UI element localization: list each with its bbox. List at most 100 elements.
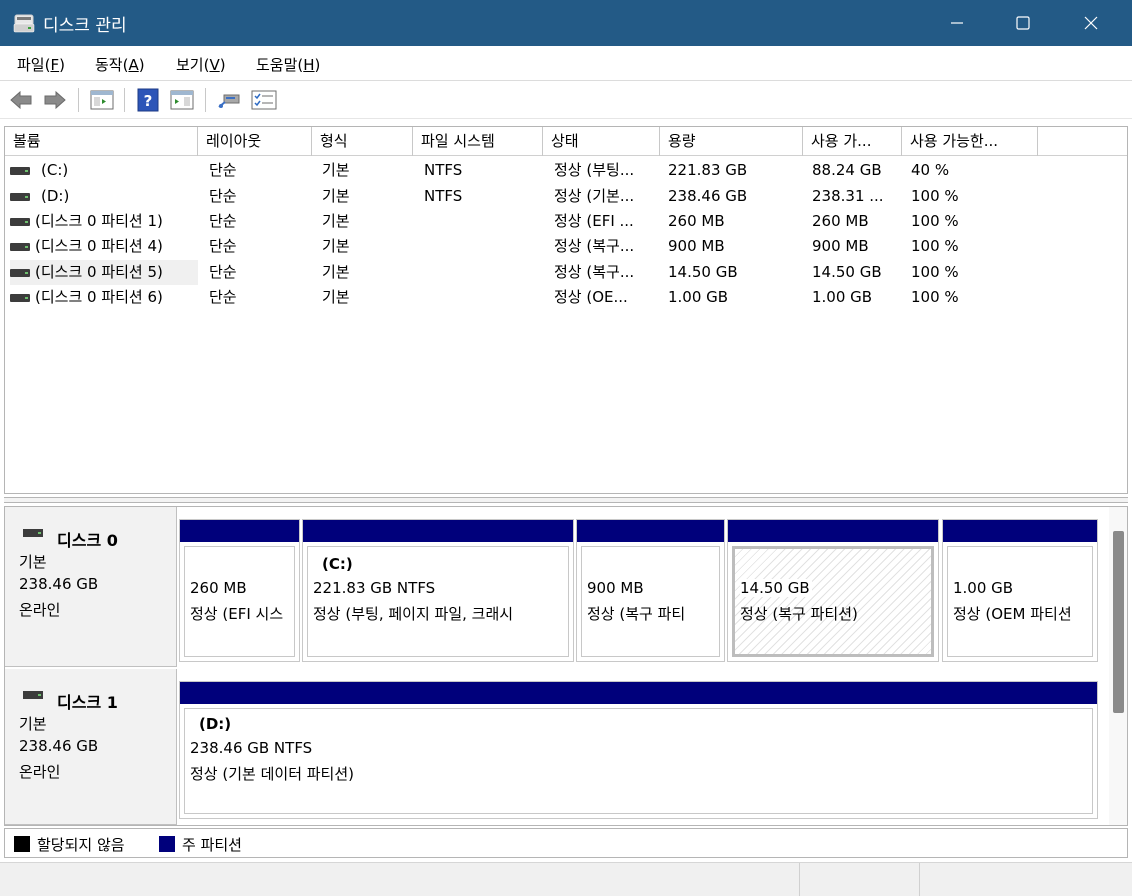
menu-file-suffix: ) — [59, 56, 65, 74]
disk-name: 디스크 0 — [57, 531, 118, 550]
status-bar-pane — [919, 863, 1132, 896]
disk-0-label[interactable]: 디스크 0 기본 238.46 GB 온라인 — [5, 507, 177, 667]
partition-block-d[interactable]: (D:) 238.46 GB NTFS 정상 (기본 데이터 파티션) — [179, 681, 1098, 819]
vertical-scrollbar[interactable] — [1109, 507, 1127, 825]
menu-action-accesskey: A — [128, 56, 139, 74]
column-header-volume[interactable]: 볼륨 — [5, 127, 198, 156]
connect-button[interactable] — [216, 87, 242, 113]
close-button[interactable] — [1058, 0, 1124, 46]
maximize-icon — [1016, 16, 1030, 30]
table-row[interactable]: (디스크 0 파티션 1) 단순 기본 정상 (EFI ... 260 MB 2… — [5, 209, 1127, 234]
disk-size: 238.46 GB — [19, 737, 99, 755]
pane-splitter[interactable] — [4, 497, 1128, 503]
volume-icon — [10, 268, 30, 277]
column-header-file-system[interactable]: 파일 시스템 — [413, 127, 543, 156]
properties-checklist-icon — [251, 90, 277, 110]
partition-block-selected[interactable]: 14.50 GB 정상 (복구 파티션) — [727, 519, 939, 662]
maximize-button[interactable] — [990, 0, 1056, 46]
help-button[interactable]: ? — [135, 87, 161, 113]
partition-label: (C:) — [322, 555, 353, 573]
status-cell: 정상 (OE... — [554, 288, 628, 306]
menu-file-accesskey: F — [50, 56, 60, 74]
percent-free-cell: 40 % — [911, 161, 950, 179]
partition-body: (D:) 238.46 GB NTFS 정상 (기본 데이터 파티션) — [184, 708, 1093, 814]
file-system-cell — [424, 285, 539, 310]
table-row[interactable]: (D:) 단순 기본 NTFS 정상 (기본... 238.46 GB 238.… — [5, 184, 1127, 209]
window-title: 디스크 관리 — [43, 16, 127, 36]
table-row[interactable]: (C:) 단순 기본 NTFS 정상 (부팅... 221.83 GB 88.2… — [5, 158, 1127, 183]
status-bar-pane — [799, 863, 919, 896]
menu-view[interactable]: 보기(V) — [176, 54, 226, 75]
capacity-cell: 238.46 GB — [668, 187, 748, 205]
status-cell: 정상 (복구... — [554, 237, 635, 255]
free-space-cell: 88.24 GB — [812, 161, 882, 179]
column-header-percent-free[interactable]: 사용 가능한... — [902, 127, 1038, 156]
action-pane-button[interactable] — [169, 87, 195, 113]
percent-free-cell: 100 % — [911, 237, 959, 255]
disk-icon — [23, 529, 43, 537]
partition-size: 900 MB — [587, 579, 644, 597]
primary-partition-swatch — [159, 836, 175, 852]
volume-name-cell: (디스크 0 파티션 5) — [10, 260, 198, 285]
menu-file[interactable]: 파일(F) — [17, 54, 65, 75]
partition-block-c[interactable]: (C:) 221.83 GB NTFS 정상 (부팅, 페이지 파일, 크래시 — [302, 519, 574, 662]
forward-button[interactable] — [42, 87, 68, 113]
partition-block[interactable]: 260 MB 정상 (EFI 시스 — [179, 519, 300, 662]
partition-body: 900 MB 정상 (복구 파티 — [581, 546, 720, 657]
column-header-type[interactable]: 형식 — [312, 127, 413, 156]
toolbar-separator — [78, 88, 79, 112]
column-header-free-space[interactable]: 사용 가... — [803, 127, 902, 156]
status-cell: 정상 (기본... — [554, 187, 635, 205]
forward-arrow-icon — [44, 90, 66, 110]
menu-view-label: 보기( — [176, 56, 210, 74]
partition-block[interactable]: 1.00 GB 정상 (OEM 파티션 — [942, 519, 1098, 662]
disk-1-label[interactable]: 디스크 1 기본 238.46 GB 온라인 — [5, 669, 177, 825]
column-header-layout[interactable]: 레이아웃 — [198, 127, 312, 156]
toolbar-separator — [205, 88, 206, 112]
legend-primary-partition-label: 주 파티션 — [182, 836, 242, 854]
show-hide-action-pane-icon — [170, 90, 194, 110]
volume-name: (디스크 0 파티션 1) — [35, 212, 163, 230]
volume-name: (디스크 0 파티션 4) — [35, 237, 163, 255]
minimize-icon — [951, 22, 963, 24]
capacity-cell: 1.00 GB — [668, 288, 729, 306]
volume-name: (디스크 0 파티션 6) — [35, 288, 163, 306]
free-space-cell: 238.31 ... — [812, 187, 884, 205]
disk-state: 온라인 — [19, 601, 61, 619]
partition-size: 221.83 GB NTFS — [313, 579, 436, 597]
file-system-cell — [424, 234, 539, 259]
minimize-button[interactable] — [924, 0, 990, 46]
table-row[interactable]: (디스크 0 파티션 6) 단순 기본 정상 (OE... 1.00 GB 1.… — [5, 285, 1127, 310]
menu-help-suffix: ) — [314, 56, 321, 74]
status-bar — [0, 862, 1132, 896]
type-cell: 기본 — [322, 237, 350, 255]
type-cell: 기본 — [322, 161, 350, 179]
volume-name-cell: (디스크 0 파티션 4) — [10, 234, 198, 259]
column-header-capacity[interactable]: 용량 — [660, 127, 803, 156]
table-row[interactable]: (디스크 0 파티션 5) 단순 기본 정상 (복구... 14.50 GB 1… — [5, 260, 1127, 285]
capacity-cell: 221.83 GB — [668, 161, 748, 179]
disk-management-icon — [13, 14, 35, 33]
properties-button[interactable] — [251, 87, 277, 113]
back-button[interactable] — [8, 87, 34, 113]
volume-name: (D:) — [41, 187, 70, 205]
help-icon: ? — [137, 88, 159, 112]
menu-action-suffix: ) — [138, 56, 145, 74]
table-row[interactable]: (디스크 0 파티션 4) 단순 기본 정상 (복구... 900 MB 900… — [5, 234, 1127, 259]
volume-icon — [10, 293, 30, 302]
percent-free-cell: 100 % — [911, 187, 959, 205]
menu-view-accesskey: V — [209, 56, 220, 74]
partition-status: 정상 (EFI 시스 — [190, 605, 284, 623]
menu-help[interactable]: 도움말(H) — [256, 54, 320, 75]
type-cell: 기본 — [322, 288, 350, 306]
percent-free-cell: 100 % — [911, 263, 959, 281]
console-tree-button[interactable] — [89, 87, 115, 113]
type-cell: 기본 — [322, 187, 350, 205]
column-header-status[interactable]: 상태 — [543, 127, 660, 156]
close-icon — [1084, 16, 1098, 30]
partition-block[interactable]: 900 MB 정상 (복구 파티 — [576, 519, 725, 662]
primary-partition-bar — [180, 682, 1097, 704]
file-system-cell: NTFS — [424, 161, 463, 179]
menu-action[interactable]: 동작(A) — [95, 54, 145, 75]
scrollbar-thumb[interactable] — [1113, 531, 1124, 713]
